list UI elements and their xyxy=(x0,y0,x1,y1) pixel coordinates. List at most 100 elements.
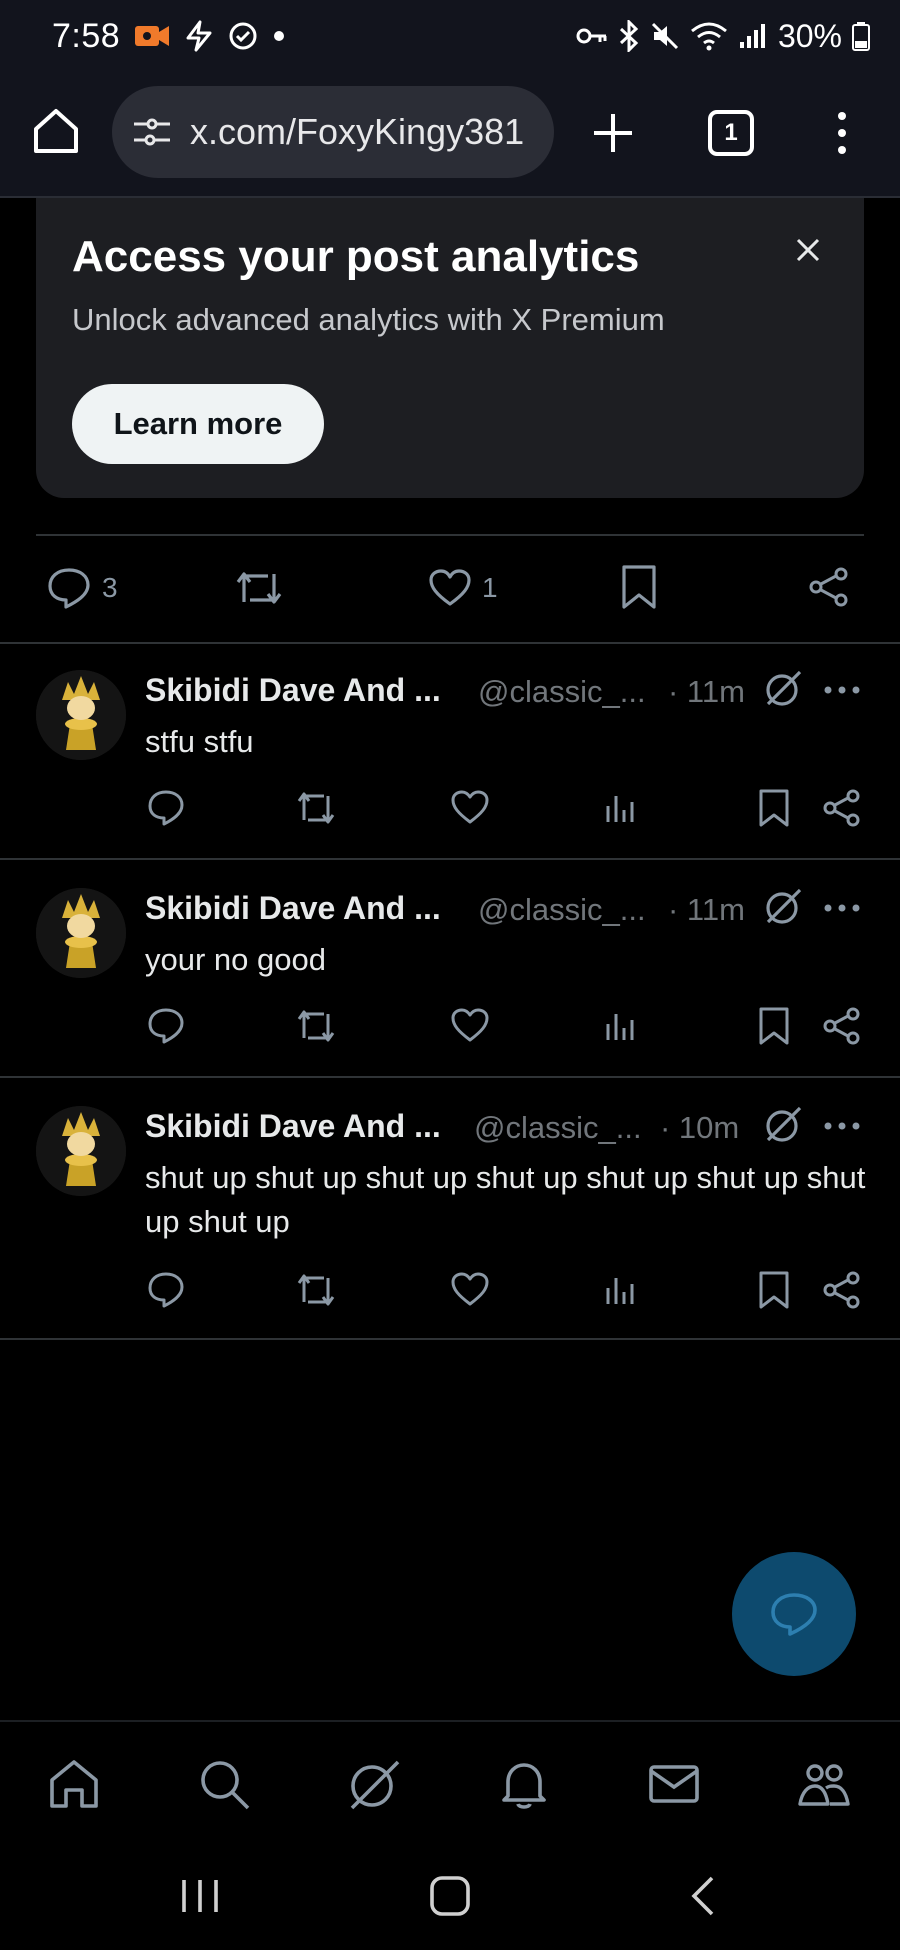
bookmark-button[interactable] xyxy=(620,564,658,610)
wifi-icon xyxy=(691,22,727,51)
post-text: your no good xyxy=(145,942,326,977)
battery-percent: 30% xyxy=(777,17,842,54)
author-handle[interactable]: @classic_... xyxy=(478,674,646,710)
author-handle[interactable]: @classic_... xyxy=(474,1110,642,1146)
bookmark-icon[interactable] xyxy=(754,1006,794,1046)
reply-icon[interactable] xyxy=(146,1270,186,1310)
bookmark-icon xyxy=(622,565,656,609)
like-count: 1 xyxy=(482,572,498,603)
url-text: x.com/FoxyKingy381 xyxy=(190,111,525,152)
divider xyxy=(36,534,864,536)
bluetooth-icon xyxy=(619,20,639,52)
author-name[interactable]: Skibidi Dave And ... xyxy=(145,672,441,709)
reply-count: 3 xyxy=(102,572,118,603)
home-icon[interactable] xyxy=(30,105,82,157)
like-button[interactable]: 1 xyxy=(428,568,498,608)
avatar[interactable] xyxy=(36,1106,126,1196)
avatar[interactable] xyxy=(36,670,126,760)
heart-icon[interactable] xyxy=(450,788,490,828)
repost-icon[interactable] xyxy=(296,1270,336,1310)
recent-apps-icon[interactable] xyxy=(176,1872,224,1920)
heart-icon xyxy=(429,569,471,606)
video-camera-icon xyxy=(135,26,170,46)
bookmark-icon[interactable] xyxy=(754,1270,794,1310)
site-settings-icon[interactable] xyxy=(132,115,172,149)
post-time[interactable]: · 10m xyxy=(660,1110,739,1146)
post-text: shut up shut up shut up shut up shut up … xyxy=(145,1160,866,1239)
reply-icon[interactable] xyxy=(146,788,186,828)
share-icon[interactable] xyxy=(822,788,862,828)
reply-icon[interactable] xyxy=(146,1006,186,1046)
share-icon xyxy=(809,567,848,607)
repost-button[interactable] xyxy=(234,568,284,608)
premium-card-subtitle: Unlock advanced analytics with X Premium xyxy=(72,302,665,337)
heart-icon[interactable] xyxy=(450,1006,490,1046)
browser-toolbar: x.com/FoxyKingy381 1 xyxy=(0,72,900,198)
share-icon[interactable] xyxy=(822,1006,862,1046)
repost-icon[interactable] xyxy=(296,1006,336,1046)
communities-icon[interactable] xyxy=(796,1756,852,1812)
grok-icon[interactable] xyxy=(762,886,804,928)
bottom-navigation xyxy=(0,1720,900,1840)
home-button-icon[interactable] xyxy=(426,1872,474,1920)
heart-icon[interactable] xyxy=(450,1270,490,1310)
key-icon xyxy=(576,28,607,44)
status-bar: 7:58 30% xyxy=(0,0,900,72)
share-icon[interactable] xyxy=(822,1270,862,1310)
avatar-image xyxy=(36,1106,126,1196)
new-tab-icon[interactable] xyxy=(590,110,636,156)
post-time[interactable]: · 11m xyxy=(668,674,745,710)
battery-icon xyxy=(852,22,870,51)
reply-post[interactable]: Skibidi Dave And ... @classic_... · 11m … xyxy=(0,862,900,1076)
author-name[interactable]: Skibidi Dave And ... xyxy=(145,1108,441,1145)
repost-icon xyxy=(236,572,282,604)
more-horizontal-icon[interactable] xyxy=(822,1112,862,1140)
grok-icon[interactable] xyxy=(762,1104,804,1146)
reply-icon xyxy=(771,1593,817,1636)
bookmark-icon[interactable] xyxy=(754,788,794,828)
reply-post[interactable]: Skibidi Dave And ... @classic_... · 10m … xyxy=(0,1080,900,1338)
close-icon[interactable] xyxy=(788,230,828,270)
analytics-icon[interactable] xyxy=(602,1270,642,1310)
more-horizontal-icon[interactable] xyxy=(822,676,862,704)
search-icon[interactable] xyxy=(196,1756,252,1812)
grok-icon[interactable] xyxy=(762,668,804,710)
target-icon xyxy=(229,22,257,50)
post-text: stfu stfu xyxy=(145,724,254,759)
divider xyxy=(0,1338,900,1340)
back-icon[interactable] xyxy=(680,1872,728,1920)
more-vert-icon[interactable] xyxy=(826,108,858,158)
post-time[interactable]: · 11m xyxy=(668,892,745,928)
reply-post[interactable]: Skibidi Dave And ... @classic_... · 11m … xyxy=(0,644,900,858)
reply-button[interactable]: 3 xyxy=(46,566,118,610)
home-icon[interactable] xyxy=(46,1756,102,1812)
post-action-bar: 3 1 xyxy=(0,556,900,620)
signal-icon xyxy=(739,24,765,48)
more-horizontal-icon[interactable] xyxy=(822,894,862,922)
system-navigation-bar xyxy=(0,1840,900,1950)
notifications-bell-icon[interactable] xyxy=(496,1756,552,1812)
url-bar[interactable]: x.com/FoxyKingy381 xyxy=(112,86,554,178)
avatar-image xyxy=(36,670,126,760)
learn-more-button[interactable]: Learn more xyxy=(72,384,324,464)
tab-switcher-button[interactable]: 1 xyxy=(708,110,754,156)
analytics-icon[interactable] xyxy=(602,788,642,828)
share-button[interactable] xyxy=(808,566,850,608)
mute-icon xyxy=(651,22,679,50)
messages-envelope-icon[interactable] xyxy=(646,1756,702,1812)
status-time: 7:58 xyxy=(52,16,121,55)
post-action-bar xyxy=(0,788,900,838)
author-name[interactable]: Skibidi Dave And ... xyxy=(145,890,441,927)
author-handle[interactable]: @classic_... xyxy=(478,892,646,928)
divider xyxy=(0,858,900,860)
repost-icon[interactable] xyxy=(296,788,336,828)
reply-icon xyxy=(48,568,90,609)
compose-reply-button[interactable] xyxy=(732,1552,856,1676)
avatar[interactable] xyxy=(36,888,126,978)
analytics-icon[interactable] xyxy=(602,1006,642,1046)
premium-card-title: Access your post analytics xyxy=(72,232,640,281)
grok-icon[interactable] xyxy=(346,1756,402,1812)
post-action-bar xyxy=(0,1006,900,1056)
post-action-bar xyxy=(0,1270,900,1320)
premium-analytics-card: Access your post analytics Unlock advanc… xyxy=(36,198,864,498)
